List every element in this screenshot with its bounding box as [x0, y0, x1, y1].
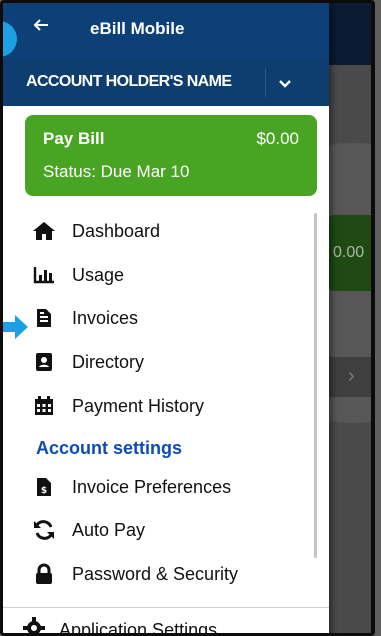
calendar-icon [31, 395, 57, 417]
svg-text:$: $ [41, 486, 47, 496]
pay-bill-card[interactable]: Pay Bill $0.00 Status: Due Mar 10 [25, 115, 317, 196]
drawer-header: eBill Mobile ACCOUNT HOLDER'S NAME [3, 3, 329, 106]
device-frame: 0.00 › eBill Mobile ACCOUNT HOLDER'S NAM… [0, 0, 375, 636]
pay-bill-amount: $0.00 [256, 129, 299, 148]
invoice-icon [31, 307, 57, 329]
lock-icon [31, 563, 57, 585]
menu-item-payment-history[interactable]: Payment History [31, 389, 204, 423]
sync-icon [31, 519, 57, 541]
pay-bill-status: Status: Due Mar 10 [43, 162, 190, 181]
account-settings-heading: Account settings [36, 438, 183, 458]
menu-item-usage[interactable]: Usage [31, 258, 124, 292]
drawer-title-bar: eBill Mobile [3, 3, 329, 61]
menu-item-label: Dashboard [72, 220, 161, 241]
menu-item-auto-pay[interactable]: Auto Pay [31, 513, 145, 547]
menu-item-label: Password & Security [72, 563, 239, 584]
menu-item-password-security[interactable]: Password & Security [31, 557, 238, 591]
app-title: eBill Mobile [90, 19, 185, 38]
menu-item-label: Invoice Preferences [72, 476, 232, 497]
contact-card-icon [31, 351, 57, 373]
home-icon [31, 220, 57, 242]
menu-item-label: Payment History [72, 395, 205, 416]
chevron-down-icon[interactable] [278, 73, 292, 94]
chevron-right-icon: › [348, 365, 355, 387]
menu-item-label: Usage [72, 264, 125, 285]
menu-scrollbar[interactable] [314, 213, 317, 558]
footer-divider [3, 607, 329, 608]
invoice-dollar-icon: $ [31, 476, 57, 498]
account-holder-name: ACCOUNT HOLDER'S NAME [26, 73, 232, 90]
background-amount: 0.00 [333, 244, 365, 261]
application-settings-button[interactable]: Application Settings [23, 617, 218, 636]
pay-bill-label: Pay Bill [43, 129, 105, 148]
menu-item-dashboard[interactable]: Dashboard [31, 214, 160, 248]
bar-chart-icon [31, 264, 57, 286]
menu-item-invoice-preferences[interactable]: $ Invoice Preferences [31, 470, 231, 504]
arrow-left-icon[interactable] [33, 17, 49, 37]
menu-item-label: Auto Pay [72, 519, 146, 540]
menu-item-directory[interactable]: Directory [31, 345, 144, 379]
menu-item-label: Directory [72, 351, 145, 372]
application-settings-label: Application Settings [59, 620, 218, 636]
navigation-drawer: eBill Mobile ACCOUNT HOLDER'S NAME Pay B… [3, 3, 329, 636]
pointer-arrow-icon [3, 314, 29, 340]
account-selector-divider [265, 69, 266, 97]
menu-item-invoices[interactable]: Invoices [31, 301, 138, 335]
account-selector[interactable]: ACCOUNT HOLDER'S NAME [3, 61, 329, 106]
gear-icon [23, 617, 45, 633]
menu-item-label: Invoices [72, 307, 139, 328]
background-pay-button: 0.00 [325, 215, 371, 291]
